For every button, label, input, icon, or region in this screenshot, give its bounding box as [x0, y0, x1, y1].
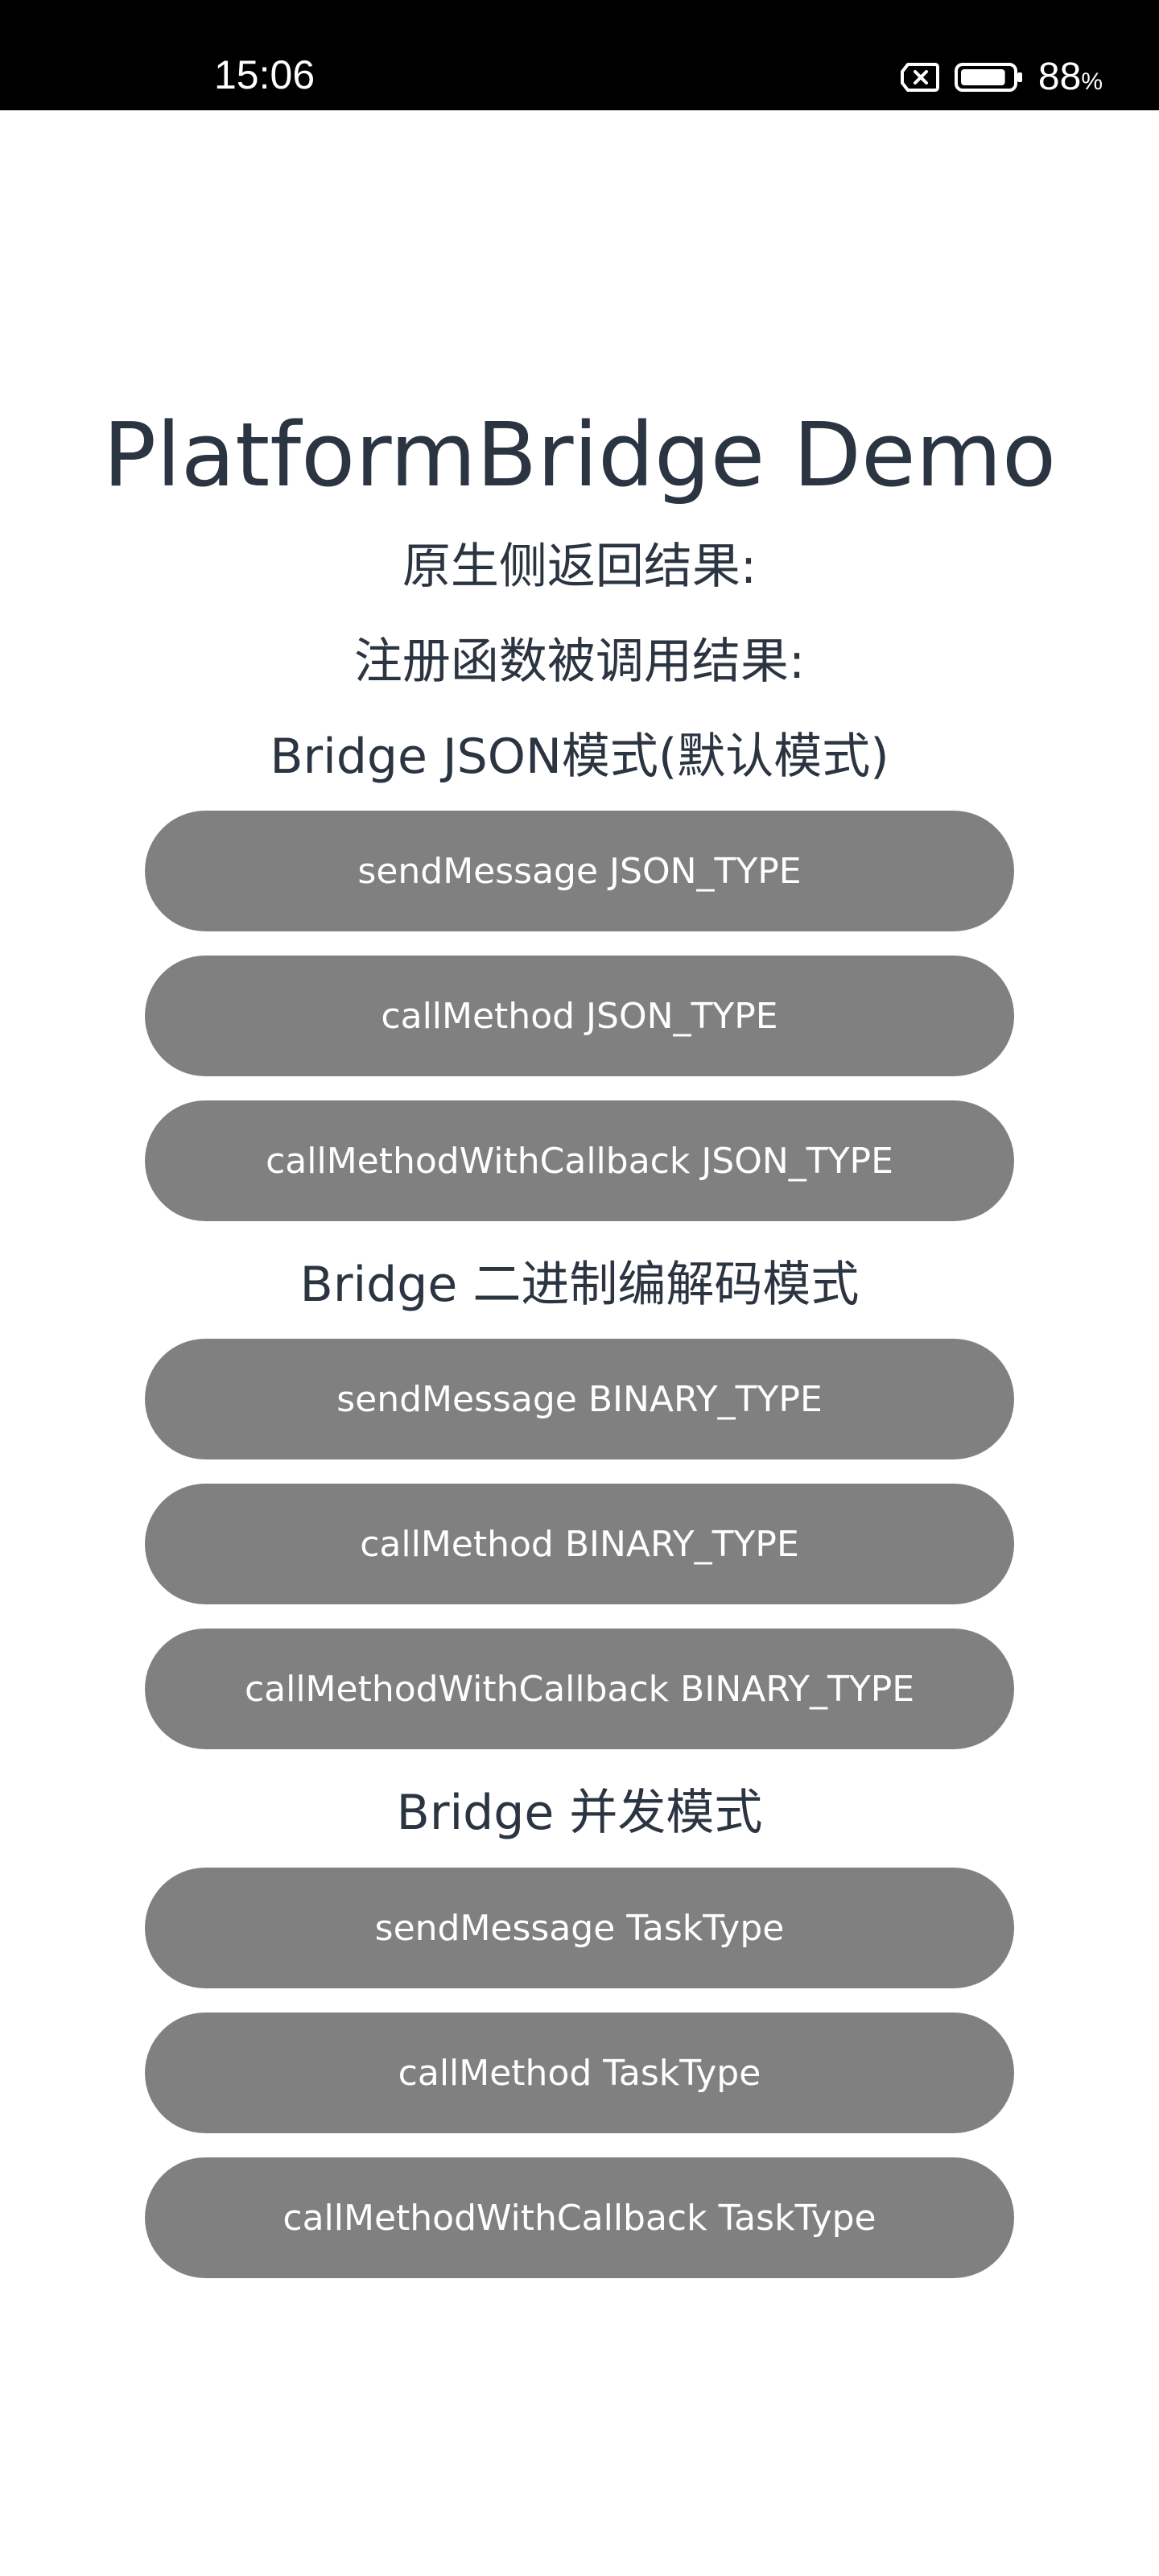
send-message-json-button[interactable]: sendMessage JSON_TYPE: [145, 811, 1014, 931]
call-method-binary-button[interactable]: callMethod BINARY_TYPE: [145, 1484, 1014, 1604]
battery-icon: [954, 63, 1022, 92]
status-right: 88%: [900, 58, 1103, 97]
battery-unit: %: [1081, 68, 1103, 95]
status-time: 15:06: [214, 52, 316, 97]
call-method-with-callback-binary-button[interactable]: callMethodWithCallback BINARY_TYPE: [145, 1629, 1014, 1749]
battery-level: 88: [1037, 56, 1082, 98]
section-heading-json: Bridge JSON模式(默认模式): [270, 729, 889, 785]
send-message-task-button[interactable]: sendMessage TaskType: [145, 1868, 1014, 1988]
send-message-binary-button[interactable]: sendMessage BINARY_TYPE: [145, 1339, 1014, 1459]
registered-result-label: 注册函数被调用结果:: [353, 634, 806, 690]
section-heading-concurrent: Bridge 并发模式: [396, 1785, 763, 1841]
page-title: PlatformBridge Demo: [102, 403, 1057, 506]
no-sim-icon: [900, 63, 939, 92]
native-result-label: 原生侧返回结果:: [402, 539, 757, 595]
section-heading-binary: Bridge 二进制编解码模式: [299, 1257, 860, 1313]
call-method-task-button[interactable]: callMethod TaskType: [145, 2013, 1014, 2133]
call-method-with-callback-json-button[interactable]: callMethodWithCallback JSON_TYPE: [145, 1100, 1014, 1221]
call-method-with-callback-task-button[interactable]: callMethodWithCallback TaskType: [145, 2157, 1014, 2278]
status-bar: 15:06 88%: [0, 0, 1159, 110]
call-method-json-button[interactable]: callMethod JSON_TYPE: [145, 956, 1014, 1076]
battery-percent: 88%: [1038, 58, 1103, 97]
